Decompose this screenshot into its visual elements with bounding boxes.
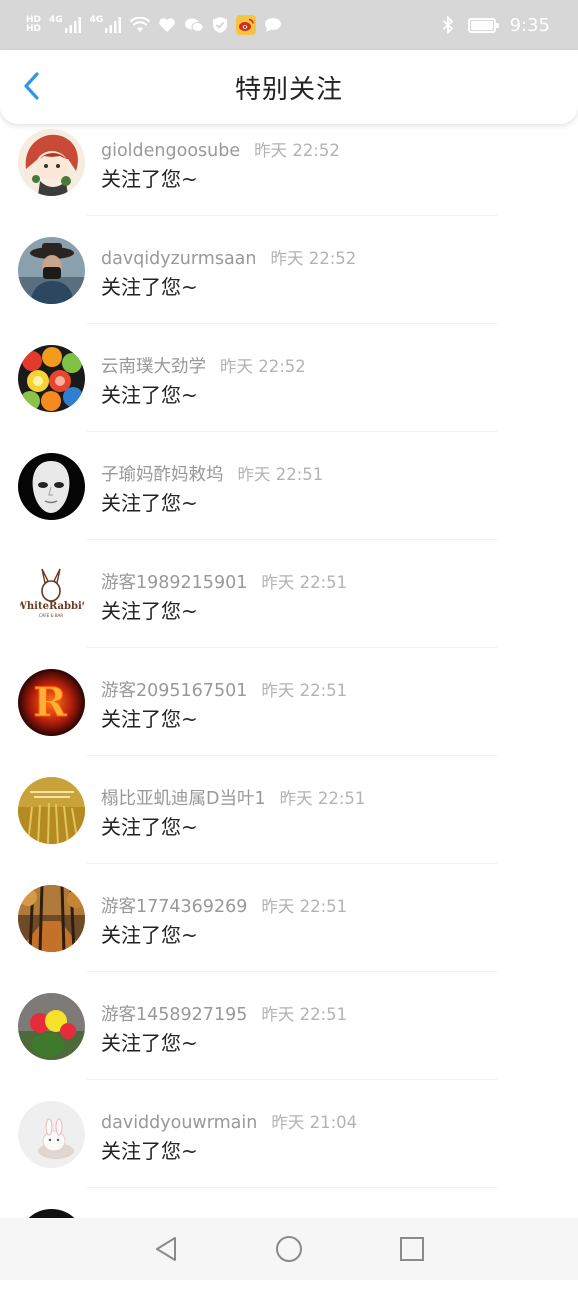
battery-icon bbox=[467, 17, 499, 33]
timestamp: 昨天 22:52 bbox=[220, 357, 306, 376]
username: 榻比亚虮迪属D当叶1 bbox=[101, 789, 266, 809]
back-button[interactable] bbox=[14, 68, 50, 108]
message-text: 关注了您~ bbox=[101, 599, 198, 623]
avatar: WhiteRabbit CAFE & BAR bbox=[18, 561, 85, 628]
username: 游客1458927195 bbox=[101, 1005, 248, 1025]
divider bbox=[86, 971, 498, 972]
username: davqidyzurmsaan bbox=[101, 249, 257, 269]
timestamp: 昨天 22:52 bbox=[254, 141, 340, 160]
timestamp: 昨天 22:51 bbox=[279, 789, 366, 808]
message-text: 关注了您~ bbox=[101, 1139, 198, 1163]
page-title: 特别关注 bbox=[234, 74, 343, 105]
whiterabbit-logo-text: WhiteRabbit bbox=[18, 601, 85, 612]
circle-home-icon bbox=[274, 1236, 304, 1268]
divider bbox=[86, 1079, 498, 1080]
list-item[interactable]: daviddyouwrmain 昨天 21:04 关注了您~ bbox=[0, 1090, 578, 1198]
header: 特别关注 bbox=[0, 50, 578, 124]
username: gioldengoosube bbox=[101, 141, 241, 161]
avatar bbox=[18, 129, 85, 196]
item-name-line: 子瑜妈酢妈敕坞 昨天 22:51 bbox=[101, 461, 323, 486]
chevron-left-icon bbox=[21, 70, 43, 106]
avatar bbox=[18, 453, 85, 520]
whiterabbit-logo-sub: CAFE & BAR bbox=[39, 613, 64, 618]
message-text: 关注了您~ bbox=[101, 383, 198, 407]
r-letter: R bbox=[33, 679, 67, 726]
triangle-back-icon bbox=[151, 1237, 181, 1268]
username: 子瑜妈酢妈敕坞 bbox=[101, 465, 224, 485]
nav-recents-button[interactable] bbox=[397, 1234, 427, 1264]
timestamp: 昨天 22:51 bbox=[261, 681, 348, 700]
weibo-icon bbox=[236, 15, 257, 35]
item-name-line: gioldengoosube 昨天 22:52 bbox=[101, 137, 340, 161]
list-item[interactable]: 子瑜妈酢妈敕坞 昨天 22:51 关注了您~ bbox=[0, 442, 578, 550]
avatar bbox=[18, 885, 85, 952]
bluetooth-icon bbox=[442, 16, 454, 34]
timestamp: 昨天 22:51 bbox=[237, 465, 324, 484]
avatar bbox=[18, 993, 85, 1060]
shield-icon bbox=[212, 16, 228, 34]
message-text: 关注了您~ bbox=[101, 167, 198, 191]
divider bbox=[86, 755, 498, 756]
divider bbox=[86, 647, 498, 648]
item-name-line: 游客1774369269 昨天 22:51 bbox=[101, 893, 347, 918]
username: daviddyouwrmain bbox=[101, 1113, 258, 1133]
signal-icon-2: 4G bbox=[90, 15, 123, 33]
avatar bbox=[18, 777, 85, 844]
list-item[interactable]: 游客1458927195 昨天 22:51 关注了您~ bbox=[0, 982, 578, 1090]
square-recents-icon bbox=[397, 1237, 427, 1268]
message-text: 关注了您~ bbox=[101, 491, 198, 515]
timestamp: 昨天 22:52 bbox=[270, 249, 357, 268]
status-time: 9:35 bbox=[509, 14, 550, 36]
system-nav-bar bbox=[0, 1218, 578, 1280]
wechat-icon bbox=[184, 17, 204, 33]
item-name-line: 游客1989215901 昨天 22:51 bbox=[101, 569, 347, 594]
item-name-line: daviddyouwrmain 昨天 21:04 bbox=[101, 1109, 357, 1133]
avatar bbox=[18, 237, 85, 304]
divider bbox=[86, 215, 498, 216]
hd-icon: HD HD bbox=[26, 15, 42, 34]
username: 游客1774369269 bbox=[101, 897, 248, 917]
divider bbox=[86, 539, 498, 540]
status-bar: HD HD 4G 4G 9:35 bbox=[0, 0, 578, 50]
username: 云南璞大劲学 bbox=[101, 357, 206, 377]
item-name-line: 游客2095167501 昨天 22:51 bbox=[101, 677, 347, 702]
username: 游客2095167501 bbox=[101, 681, 248, 701]
item-name-line: davqidyzurmsaan 昨天 22:52 bbox=[101, 245, 356, 269]
message-text: 关注了您~ bbox=[101, 923, 198, 947]
heart-icon bbox=[158, 17, 176, 33]
item-name-line: 游客1458927195 昨天 22:51 bbox=[101, 1001, 347, 1026]
nav-home-button[interactable] bbox=[274, 1234, 304, 1264]
list-item[interactable]: WhiteRabbit CAFE & BAR 游客1989215901 昨天 22… bbox=[0, 550, 578, 658]
divider bbox=[86, 863, 498, 864]
list-item[interactable]: gioldengoosube 昨天 22:52 关注了您~ bbox=[0, 118, 578, 226]
wifi-icon bbox=[130, 17, 151, 33]
message-text: 关注了您~ bbox=[101, 815, 198, 839]
timestamp: 昨天 22:51 bbox=[261, 897, 348, 916]
username: 游客1989215901 bbox=[101, 573, 248, 593]
item-name-line: 云南璞大劲学 昨天 22:52 bbox=[101, 353, 306, 378]
item-name-line: 榻比亚虮迪属D当叶1 昨天 22:51 bbox=[101, 785, 365, 810]
divider bbox=[86, 431, 498, 432]
list-item[interactable]: davqidyzurmsaan 昨天 22:52 关注了您~ bbox=[0, 226, 578, 334]
avatar: R bbox=[18, 669, 85, 736]
message-text: 关注了您~ bbox=[101, 707, 198, 731]
list-item[interactable]: R 游客2095167501 昨天 22:51 关注了您~ bbox=[0, 658, 578, 766]
list-item[interactable]: 游客1774369269 昨天 22:51 关注了您~ bbox=[0, 874, 578, 982]
divider bbox=[86, 323, 498, 324]
timestamp: 昨天 21:04 bbox=[271, 1113, 358, 1132]
message-text: 关注了您~ bbox=[101, 1031, 198, 1055]
avatar bbox=[18, 1101, 85, 1168]
timestamp: 昨天 22:51 bbox=[261, 573, 348, 592]
timestamp: 昨天 22:51 bbox=[261, 1005, 348, 1024]
list-item[interactable]: 云南璞大劲学 昨天 22:52 关注了您~ bbox=[0, 334, 578, 442]
chat-bubble-icon bbox=[264, 17, 282, 33]
message-text: 关注了您~ bbox=[101, 275, 198, 299]
divider bbox=[86, 1187, 498, 1188]
nav-back-button[interactable] bbox=[151, 1234, 181, 1264]
list-item[interactable]: 榻比亚虮迪属D当叶1 昨天 22:51 关注了您~ bbox=[0, 766, 578, 874]
avatar bbox=[18, 345, 85, 412]
signal-icon: 4G bbox=[49, 15, 82, 33]
